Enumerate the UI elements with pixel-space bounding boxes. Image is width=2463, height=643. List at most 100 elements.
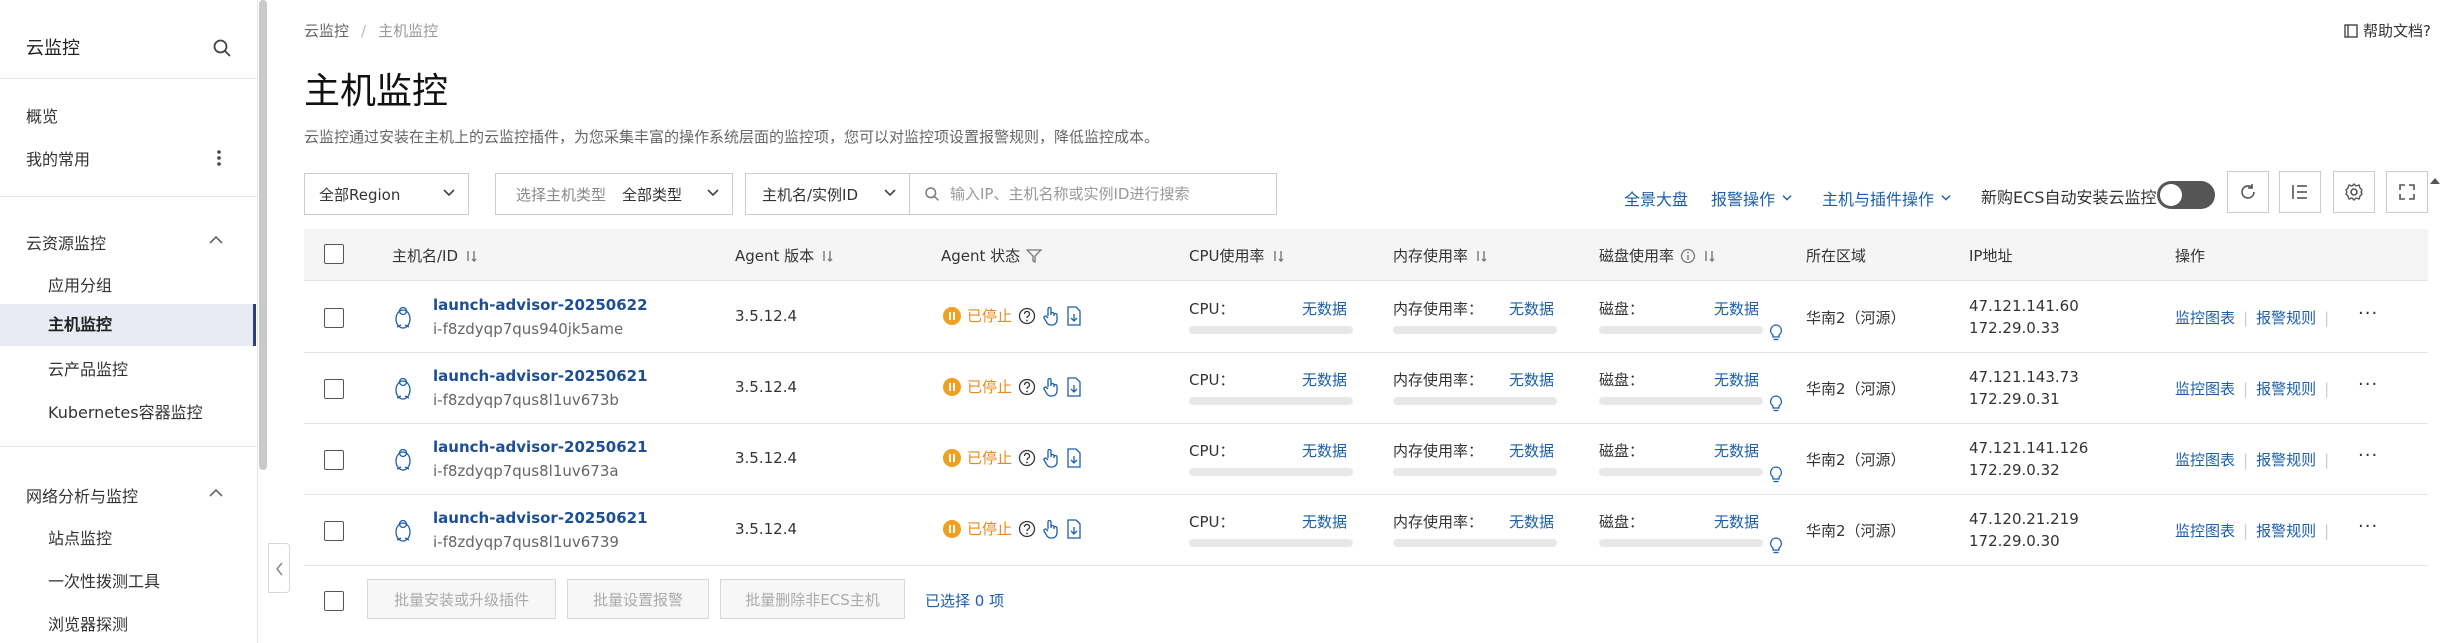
sort-icon <box>467 250 477 262</box>
cpu-value[interactable]: 无数据 <box>1302 369 1347 390</box>
page-title: 主机监控 <box>304 71 449 112</box>
fullscreen-button[interactable] <box>2386 171 2428 213</box>
host-plugin-actions-menu[interactable]: 主机与插件操作 <box>1822 186 1952 210</box>
monitor-chart-link[interactable]: 监控图表 <box>2175 380 2235 398</box>
host-name-link[interactable]: launch-advisor-20250622 <box>433 296 648 314</box>
search-input[interactable] <box>950 185 1250 203</box>
sidebar-item-kubernetes[interactable]: Kubernetes容器监控 <box>48 399 203 423</box>
row-checkbox[interactable] <box>324 521 344 541</box>
region-select-value: 全部Region <box>319 185 401 204</box>
help-icon[interactable] <box>1018 307 1036 325</box>
search-field-select[interactable]: 主机名/实例ID <box>745 173 910 215</box>
col-agent-version[interactable]: Agent 版本 <box>735 245 834 266</box>
sidebar-item-app-group[interactable]: 应用分组 <box>48 272 112 296</box>
more-actions-icon[interactable]: ··· <box>2358 374 2378 395</box>
alarm-rules-link[interactable]: 报警规则 <box>2256 309 2316 327</box>
row-actions: 监控图表 | 报警规则 | <box>2175 522 2330 540</box>
sidebar-item-cloud-product[interactable]: 云产品监控 <box>48 356 128 380</box>
row-checkbox[interactable] <box>324 308 344 328</box>
sidebar-group-cloud-resource[interactable]: 云资源监控 <box>26 230 106 254</box>
chevron-up-icon[interactable] <box>208 488 224 498</box>
page-description: 云监控通过安装在主机上的云监控插件，为您采集丰富的操作系统层面的监控项，您可以对… <box>304 128 1160 146</box>
batch-delete-button[interactable]: 批量删除非ECS主机 <box>720 579 905 619</box>
help-icon[interactable] <box>1018 520 1036 538</box>
hand-pointer-icon[interactable] <box>1042 377 1060 397</box>
sidebar-item-host-monitor[interactable]: 主机监控 <box>0 304 256 346</box>
install-doc-icon[interactable] <box>1066 376 1082 397</box>
more-vertical-icon[interactable] <box>216 148 222 168</box>
install-doc-icon[interactable] <box>1066 447 1082 468</box>
cpu-value[interactable]: 无数据 <box>1302 440 1347 461</box>
batch-alarm-button[interactable]: 批量设置报警 <box>567 579 709 619</box>
cpu-value[interactable]: 无数据 <box>1302 298 1347 319</box>
memory-value[interactable]: 无数据 <box>1509 511 1554 532</box>
hand-pointer-icon[interactable] <box>1042 306 1060 326</box>
scroll-up-icon[interactable] <box>2428 176 2442 186</box>
lightbulb-icon[interactable] <box>1769 395 1783 413</box>
more-actions-icon[interactable]: ··· <box>2358 516 2378 537</box>
sidebar-item-favorites[interactable]: 我的常用 <box>26 146 90 170</box>
private-ip: 172.29.0.30 <box>1969 532 2060 550</box>
help-icon[interactable] <box>1018 378 1036 396</box>
monitor-chart-link[interactable]: 监控图表 <box>2175 522 2235 540</box>
disk-value[interactable]: 无数据 <box>1714 369 1759 390</box>
batch-install-button[interactable]: 批量安装或升级插件 <box>367 579 556 619</box>
col-agent-status[interactable]: Agent 状态 <box>941 245 1043 266</box>
search-icon[interactable] <box>212 38 232 58</box>
refresh-button[interactable] <box>2227 171 2269 213</box>
sidebar-item-site-monitor[interactable]: 站点监控 <box>48 525 112 549</box>
lightbulb-icon[interactable] <box>1769 537 1783 555</box>
col-host-name[interactable]: 主机名/ID <box>392 245 478 266</box>
region-select[interactable]: 全部Region <box>304 173 469 215</box>
column-settings-button[interactable] <box>2279 171 2321 213</box>
sidebar-title: 云监控 <box>26 38 80 59</box>
memory-value[interactable]: 无数据 <box>1509 369 1554 390</box>
host-type-select[interactable]: 选择主机类型 全部类型 <box>495 173 733 215</box>
select-all-checkbox[interactable] <box>324 244 344 264</box>
alarm-rules-link[interactable]: 报警规则 <box>2256 451 2316 469</box>
breadcrumb-root[interactable]: 云监控 <box>304 22 349 40</box>
lightbulb-icon[interactable] <box>1769 466 1783 484</box>
more-actions-icon[interactable]: ··· <box>2358 303 2378 324</box>
host-name-link[interactable]: launch-advisor-20250621 <box>433 438 648 456</box>
install-doc-icon[interactable] <box>1066 305 1082 326</box>
chevron-up-icon[interactable] <box>208 235 224 245</box>
fullscreen-icon <box>2399 184 2415 200</box>
hand-pointer-icon[interactable] <box>1042 448 1060 468</box>
monitor-chart-link[interactable]: 监控图表 <box>2175 451 2235 469</box>
hand-pointer-icon[interactable] <box>1042 519 1060 539</box>
memory-value[interactable]: 无数据 <box>1509 440 1554 461</box>
alarm-rules-link[interactable]: 报警规则 <box>2256 380 2316 398</box>
row-checkbox[interactable] <box>324 450 344 470</box>
sidebar-collapse-button[interactable] <box>268 543 290 593</box>
alarm-rules-link[interactable]: 报警规则 <box>2256 522 2316 540</box>
disk-value[interactable]: 无数据 <box>1714 511 1759 532</box>
col-cpu[interactable]: CPU使用率 <box>1189 245 1285 266</box>
col-memory[interactable]: 内存使用率 <box>1393 245 1488 266</box>
help-docs-link[interactable]: 帮助文档? <box>2343 20 2431 41</box>
col-disk[interactable]: 磁盘使用率 <box>1599 245 1716 266</box>
alarm-actions-menu[interactable]: 报警操作 <box>1711 186 1793 210</box>
monitor-chart-link[interactable]: 监控图表 <box>2175 309 2235 327</box>
settings-button[interactable] <box>2333 171 2375 213</box>
sidebar-scrollbar[interactable] <box>259 0 267 470</box>
sidebar-item-browser-probe[interactable]: 浏览器探测 <box>48 611 128 635</box>
help-icon[interactable] <box>1018 449 1036 467</box>
auto-install-toggle[interactable] <box>2157 181 2215 209</box>
disk-value[interactable]: 无数据 <box>1714 440 1759 461</box>
sidebar-item-overview[interactable]: 概览 <box>26 103 58 127</box>
cpu-value[interactable]: 无数据 <box>1302 511 1347 532</box>
memory-value[interactable]: 无数据 <box>1509 298 1554 319</box>
lightbulb-icon[interactable] <box>1769 324 1783 342</box>
row-checkbox[interactable] <box>324 379 344 399</box>
install-doc-icon[interactable] <box>1066 518 1082 539</box>
more-actions-icon[interactable]: ··· <box>2358 445 2378 466</box>
row-actions: 监控图表 | 报警规则 | <box>2175 380 2330 398</box>
panorama-dashboard-link[interactable]: 全景大盘 <box>1624 186 1688 210</box>
sidebar-group-network[interactable]: 网络分析与监控 <box>26 483 138 507</box>
sidebar-item-probe-tool[interactable]: 一次性拨测工具 <box>48 568 160 592</box>
disk-value[interactable]: 无数据 <box>1714 298 1759 319</box>
host-name-link[interactable]: launch-advisor-20250621 <box>433 367 648 385</box>
footer-select-all-checkbox[interactable] <box>324 591 344 611</box>
host-name-link[interactable]: launch-advisor-20250621 <box>433 509 648 527</box>
